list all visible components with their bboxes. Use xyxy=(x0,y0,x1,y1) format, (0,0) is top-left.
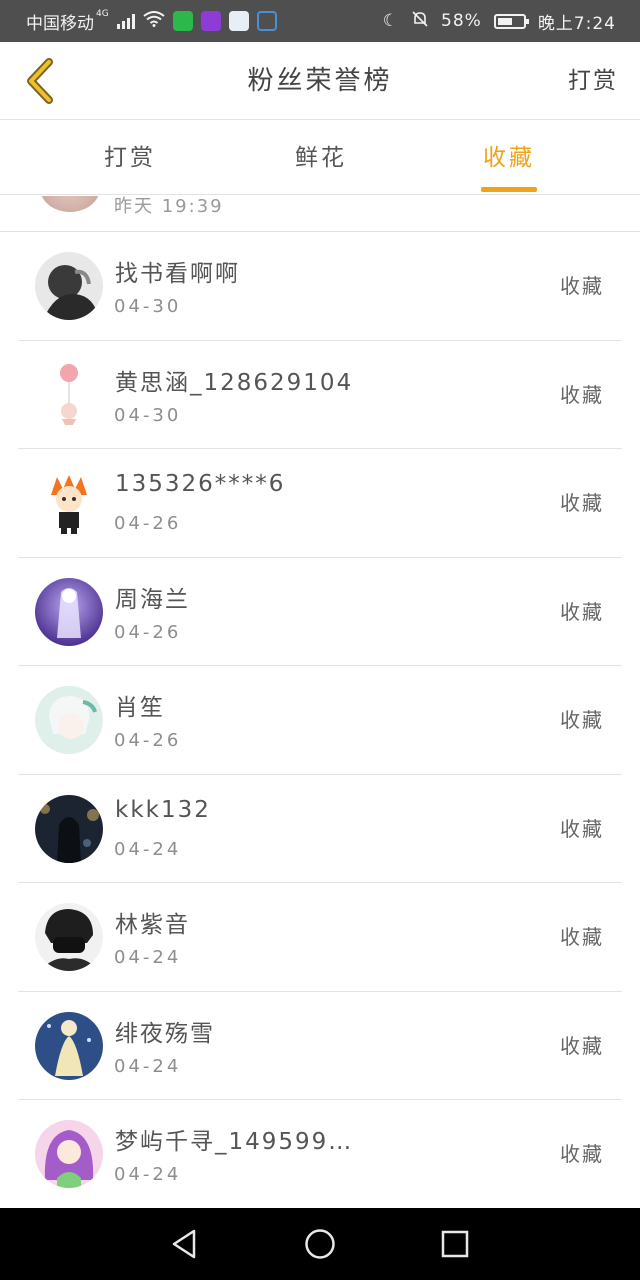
fan-name: 肖笙 xyxy=(115,695,165,721)
avatar xyxy=(35,360,103,429)
fan-name: 周海兰 xyxy=(115,586,190,613)
app-header: 粉丝荣誉榜 打赏 xyxy=(0,42,640,120)
avatar xyxy=(35,469,103,537)
fan-name: 找书看啊啊 xyxy=(115,261,240,287)
system-nav-bar xyxy=(0,1208,640,1280)
list-item[interactable]: 肖笙 04-26 收藏 xyxy=(18,666,622,775)
fan-name: 林紫音 xyxy=(115,912,190,938)
nav-back-button[interactable] xyxy=(166,1226,202,1262)
fan-action: 收藏 xyxy=(560,1033,604,1058)
avatar xyxy=(35,1120,103,1188)
fan-date: 04-24 xyxy=(114,838,182,860)
status-bar: 中国移动 4G ☾ 58% 晚上7:24 xyxy=(0,0,640,42)
fan-date: 04-26 xyxy=(114,621,182,643)
fan-date: 04-24 xyxy=(114,1164,182,1185)
fan-action: 收藏 xyxy=(560,925,604,949)
tab-favorites[interactable]: 收藏 xyxy=(449,121,569,195)
fan-name: 绯夜殇雪 xyxy=(115,1020,215,1047)
list-item[interactable]: 林紫音 04-24 收藏 xyxy=(18,883,622,992)
map-app-icon xyxy=(228,11,249,31)
list-item[interactable]: 绯夜殇雪 04-24 收藏 xyxy=(18,992,622,1100)
video-app-icon xyxy=(172,11,193,31)
fan-action: 收藏 xyxy=(560,491,604,515)
fan-date: 04-30 xyxy=(114,404,182,426)
avatar xyxy=(40,196,100,212)
mute-bell-icon xyxy=(411,10,429,33)
network-type: 4G xyxy=(96,9,109,19)
clock: 晚上7:24 xyxy=(537,13,616,34)
signal-icon xyxy=(116,13,135,29)
list-item-partial[interactable]: 昨天 19:39 xyxy=(0,196,640,232)
avatar xyxy=(35,577,103,646)
moon-icon: ☾ xyxy=(382,11,400,31)
fan-date: 04-24 xyxy=(114,947,182,968)
list-item[interactable]: 梦屿千寻_149599… 04-24 收藏 xyxy=(18,1100,622,1208)
battery-percent: 58% xyxy=(441,11,482,31)
fan-name: 黄思涵_128629104 xyxy=(115,369,354,396)
fan-rows: 找书看啊啊 04-30 收藏 黄思涵_128629104 04-30 收藏 13… xyxy=(0,232,640,1208)
tab-reward[interactable]: 打赏 xyxy=(70,121,190,195)
carrier-label: 中国移动 xyxy=(26,13,94,34)
fan-action: 收藏 xyxy=(560,599,604,624)
home-circle-icon xyxy=(305,1229,335,1259)
fan-action: 收藏 xyxy=(560,1142,604,1166)
list-item[interactable]: 黄思涵_128629104 04-30 收藏 xyxy=(18,341,622,449)
list-item-date: 昨天 19:39 xyxy=(114,196,224,217)
back-triangle-icon xyxy=(172,1229,196,1259)
wifi-icon xyxy=(143,11,165,31)
fan-date: 04-26 xyxy=(114,730,182,751)
reward-button[interactable]: 打赏 xyxy=(568,42,618,120)
recents-square-icon xyxy=(441,1230,469,1258)
avatar xyxy=(35,1011,103,1080)
fan-date: 04-24 xyxy=(114,1055,182,1077)
avatar xyxy=(35,252,103,320)
fan-action: 收藏 xyxy=(560,708,604,732)
wallet-app-icon xyxy=(256,11,277,31)
status-right: ☾ 58% 晚上7:24 xyxy=(383,0,616,42)
fan-date: 04-26 xyxy=(114,513,182,534)
list-item[interactable]: 找书看啊啊 04-30 收藏 xyxy=(18,232,622,341)
avatar xyxy=(35,794,103,863)
page-title: 粉丝荣誉榜 xyxy=(247,66,393,96)
tab-bar: 打赏 鲜花 收藏 xyxy=(0,121,640,195)
fan-name: 135326****6 xyxy=(115,471,286,497)
list-item[interactable]: 135326****6 04-26 收藏 xyxy=(18,449,622,558)
battery-icon xyxy=(493,13,529,29)
nav-home-button[interactable] xyxy=(302,1226,338,1262)
fan-date: 04-30 xyxy=(114,296,182,317)
fan-name: 梦屿千寻_149599… xyxy=(115,1129,354,1155)
fan-action: 收藏 xyxy=(560,816,604,841)
status-left: 中国移动 4G xyxy=(26,0,277,42)
meitu-app-icon xyxy=(200,11,221,31)
list-item[interactable]: kkk132 04-24 收藏 xyxy=(18,775,622,883)
avatar xyxy=(35,903,103,971)
fan-name: kkk132 xyxy=(115,796,211,823)
fan-action: 收藏 xyxy=(560,382,604,407)
nav-recents-button[interactable] xyxy=(437,1226,473,1262)
fan-list[interactable]: 昨天 19:39 找书看啊啊 04-30 收藏 黄思涵_128629104 04… xyxy=(0,196,640,1208)
tab-flowers[interactable]: 鲜花 xyxy=(261,121,381,195)
fan-action: 收藏 xyxy=(560,274,604,298)
avatar xyxy=(35,686,103,754)
list-item[interactable]: 周海兰 04-26 收藏 xyxy=(18,558,622,666)
